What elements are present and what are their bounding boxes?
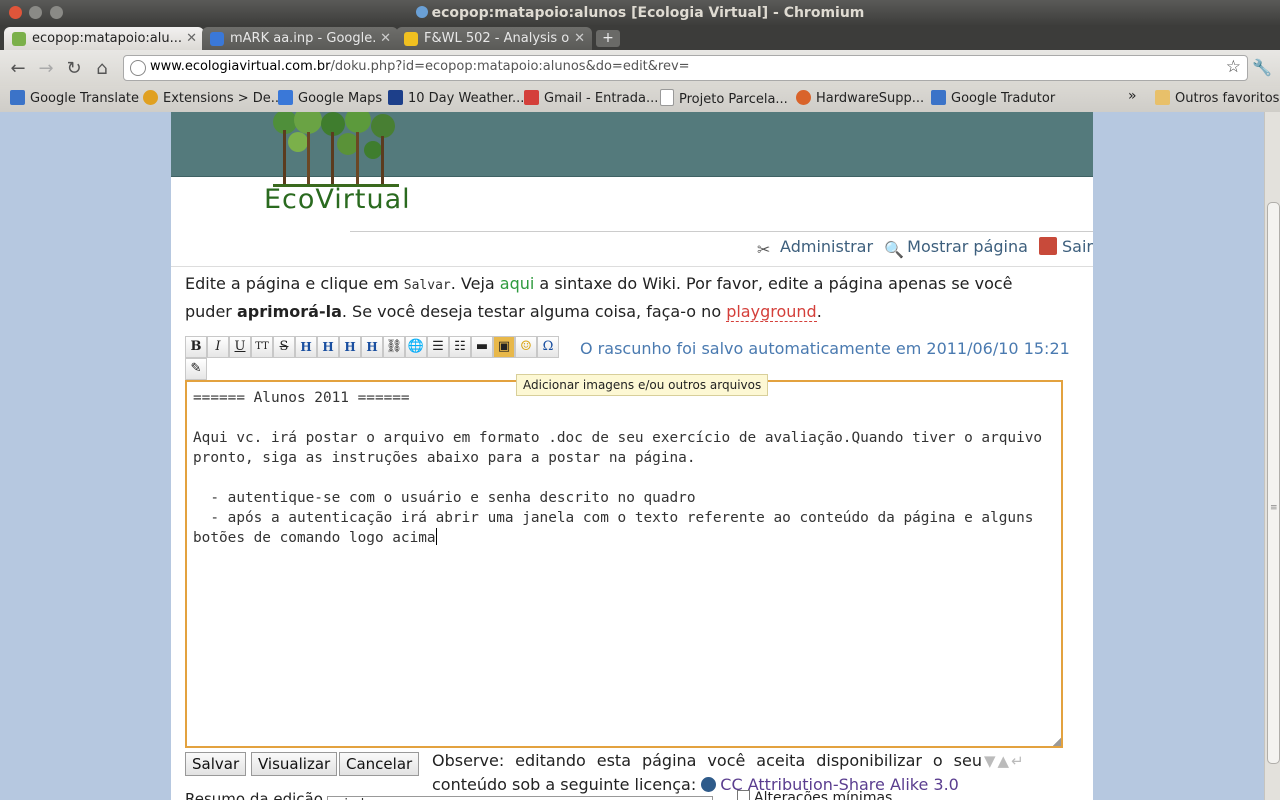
- underline-button[interactable]: U: [229, 336, 251, 358]
- wrench-icon[interactable]: 🔧: [1252, 58, 1272, 77]
- arrow-up-icon[interactable]: ▲: [998, 752, 1012, 770]
- edit-summary: Resumo da ediçãocriado: [185, 790, 713, 800]
- magnifier-icon: 🔍: [884, 240, 905, 259]
- bookmark-google-maps[interactable]: Google Maps: [278, 89, 382, 109]
- summary-input[interactable]: criado: [326, 796, 713, 800]
- tab-mark[interactable]: mARK aa.inp - Google... ✕: [202, 27, 398, 50]
- tab-fwl502[interactable]: F&WL 502 - Analysis o... ✕: [396, 27, 592, 50]
- close-icon[interactable]: ✕: [574, 27, 585, 50]
- cancel-button[interactable]: Cancelar: [339, 752, 420, 776]
- bookmark-google-tradutor[interactable]: Google Tradutor: [931, 89, 1055, 109]
- special-chars-icon[interactable]: Ω: [537, 336, 559, 358]
- text-caret: [435, 528, 437, 545]
- media-icon[interactable]: ▣: [493, 336, 515, 358]
- bookmark-gmail[interactable]: Gmail - Entrada...: [524, 89, 658, 109]
- italic-button[interactable]: I: [207, 336, 229, 358]
- code-button[interactable]: TT: [251, 336, 273, 358]
- weather-icon: [388, 90, 403, 105]
- page-scrollbar[interactable]: ≡: [1264, 112, 1280, 800]
- admin-link[interactable]: ✂ Administrar: [757, 237, 873, 259]
- horizontal-rule-icon[interactable]: ▬: [471, 336, 493, 358]
- ecovirtual-favicon: [12, 32, 26, 46]
- site-logo-text[interactable]: EcoVirtual: [264, 184, 411, 215]
- link-icon[interactable]: ⛓: [383, 336, 405, 358]
- preview-button[interactable]: Visualizar: [251, 752, 338, 776]
- star-icon[interactable]: ☆: [1226, 57, 1241, 77]
- unordered-list-icon[interactable]: ☷: [449, 336, 471, 358]
- playground-link[interactable]: playground: [726, 302, 817, 322]
- bold-button[interactable]: B: [185, 336, 207, 358]
- minor-edit-checkbox[interactable]: [737, 790, 750, 800]
- address-bar[interactable]: www.ecologiavirtual.com.br/doku.php?id=e…: [123, 55, 1248, 81]
- google-favicon: [210, 32, 224, 46]
- bookmark-weather[interactable]: 10 Day Weather...: [388, 89, 524, 109]
- editor-size-controls: ▼▲↵: [984, 752, 1026, 770]
- tools-icon: ✂: [757, 240, 771, 259]
- back-icon[interactable]: ←: [8, 58, 28, 79]
- google-icon: [278, 90, 293, 105]
- ordered-list-icon[interactable]: ☰: [427, 336, 449, 358]
- external-link-icon[interactable]: 🌐: [405, 336, 427, 358]
- bookmarks-bar: Google Translate Extensions > De... Goog…: [0, 86, 1280, 113]
- bookmark-extensions[interactable]: Extensions > De...: [143, 89, 283, 109]
- smiley-icon[interactable]: ☺: [515, 336, 537, 358]
- window-title: ecopop:matapoio:alunos [Ecologia Virtual…: [0, 5, 1280, 21]
- editor-text[interactable]: ====== Alunos 2011 ====== Aqui vc. irá p…: [187, 382, 1061, 554]
- window-titlebar: ecopop:matapoio:alunos [Ecologia Virtual…: [0, 0, 1280, 26]
- bookmark-hardwaresupp[interactable]: HardwareSupp...: [796, 89, 924, 109]
- tab-ecopop[interactable]: ecopop:matapoio:alu... ✕: [4, 27, 204, 50]
- show-page-link[interactable]: 🔍 Mostrar página: [884, 237, 1028, 259]
- bookmark-google-translate[interactable]: Google Translate: [10, 89, 139, 109]
- translate-icon: [10, 90, 25, 105]
- strike-button[interactable]: S: [273, 336, 295, 358]
- address-url: www.ecologiavirtual.com.br/doku.php?id=e…: [150, 59, 690, 74]
- reload-icon[interactable]: ↻: [64, 58, 84, 79]
- chromium-icon: [415, 6, 428, 18]
- resize-handle[interactable]: [1053, 738, 1061, 746]
- university-favicon: [404, 32, 418, 46]
- forest-logo-icon: [273, 112, 399, 187]
- new-tab-button[interactable]: +: [596, 30, 620, 47]
- folder-icon: [1155, 90, 1170, 105]
- draft-status: O rascunho foi salvo automaticamente em …: [580, 339, 1070, 358]
- close-icon[interactable]: ✕: [380, 27, 391, 50]
- page-tools: ✂ Administrar 🔍 Mostrar página Sair: [751, 237, 1093, 263]
- signature-icon[interactable]: ✎: [185, 358, 207, 380]
- heading-lower-button[interactable]: H: [317, 336, 339, 358]
- arrow-down-icon[interactable]: ▼: [984, 752, 998, 770]
- tab-strip: ecopop:matapoio:alu... ✕ mARK aa.inp - G…: [0, 26, 1280, 50]
- minor-edit: Alterações mínimas: [737, 790, 892, 800]
- divider: [350, 231, 1093, 232]
- page-viewport: EcoVirtual ✂ Administrar 🔍 Mostrar página …: [0, 112, 1264, 800]
- logout-link[interactable]: Sair: [1039, 237, 1093, 256]
- divider: [171, 266, 1093, 267]
- bookmark-other-folder[interactable]: Outros favoritos: [1155, 89, 1279, 109]
- wiki-text-editor[interactable]: ====== Alunos 2011 ====== Aqui vc. irá p…: [185, 380, 1063, 748]
- heading-same-button[interactable]: H: [295, 336, 317, 358]
- syntax-link[interactable]: aqui: [500, 274, 535, 293]
- wiki-content: EcoVirtual ✂ Administrar 🔍 Mostrar página …: [171, 112, 1093, 800]
- heading-select-button[interactable]: H: [361, 336, 383, 358]
- home-icon[interactable]: ⌂: [92, 58, 112, 79]
- ubuntu-icon: [796, 90, 811, 105]
- tooltip: Adicionar imagens e/ou outros arquivos: [516, 374, 769, 396]
- gmail-icon: [524, 90, 539, 105]
- edit-intro: Edite a página e clique em Salvar. Veja …: [185, 274, 1013, 322]
- chevron-more-icon[interactable]: »: [1128, 86, 1137, 106]
- chrome-icon: [143, 90, 158, 105]
- browser-toolbar: ← → ↻ ⌂ www.ecologiavirtual.com.br/doku.…: [0, 50, 1280, 86]
- heading-higher-button[interactable]: H: [339, 336, 361, 358]
- globe-icon: [130, 60, 146, 76]
- translate-icon: [931, 90, 946, 105]
- scrollbar-thumb[interactable]: ≡: [1267, 202, 1280, 764]
- page-icon: [660, 89, 674, 106]
- bookmark-projeto-parcela[interactable]: Projeto Parcela...: [660, 89, 788, 110]
- close-icon[interactable]: ✕: [186, 27, 197, 50]
- save-button[interactable]: Salvar: [185, 752, 247, 776]
- forward-icon[interactable]: →: [36, 58, 56, 79]
- editor-toolbar: B I U TT S H H H H ⛓ 🌐 ☰ ☷ ▬ ▣ ☺ Ω ✎: [185, 336, 565, 380]
- wrap-icon[interactable]: ↵: [1011, 752, 1026, 770]
- logout-icon: [1039, 237, 1058, 255]
